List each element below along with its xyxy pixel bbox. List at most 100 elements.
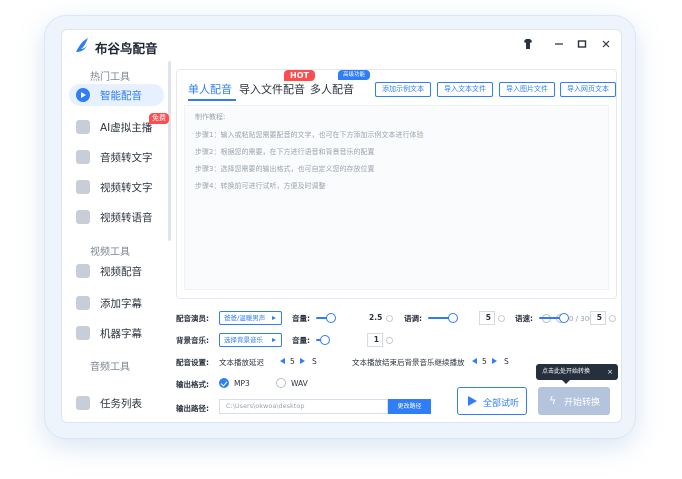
format-wav-radio[interactable] <box>276 378 286 388</box>
format-mp3-label: MP3 <box>234 379 250 388</box>
slider-knob[interactable] <box>320 335 330 345</box>
app-window: 布谷鸟配音 热门工具 智能配音 AI虚拟主播 免费 音频转文字 视频转文字 视频… <box>61 29 622 423</box>
config-label: 配音设置: <box>176 358 209 367</box>
tutorial-step: 步骤1：输入或粘贴您需要配音的文字，也可在下方添加示例文本进行体验 <box>195 131 424 139</box>
sidebar-item-add-subtitle[interactable]: 添加字幕 <box>69 292 164 314</box>
sidebar-item-ai-anchor[interactable]: AI虚拟主播 免费 <box>69 113 169 138</box>
after-unit: S <box>504 357 509 366</box>
speed-value[interactable]: 5 <box>590 311 606 325</box>
change-path-button[interactable]: 更改路径 <box>388 399 431 414</box>
section-title-hot-tools: 热门工具 <box>90 72 130 83</box>
bgm-after-text: 文本播放结束后背景音乐继续播放 <box>352 358 465 367</box>
format-mp3-radio[interactable] <box>219 378 229 388</box>
format-wav-label: WAV <box>291 379 308 388</box>
tab-single-dubbing[interactable]: 单人配音 <box>188 81 232 97</box>
sidebar-item-smart-dubbing[interactable]: 智能配音 <box>69 84 164 106</box>
close-icon[interactable] <box>599 37 613 51</box>
maximize-icon[interactable] <box>575 37 589 51</box>
script-textarea[interactable]: 制作教程: 步骤1：输入或粘贴您需要配音的文字，也可在下方添加示例文本进行体验 … <box>184 105 609 323</box>
start-convert-label: 开始转换 <box>564 398 601 408</box>
sidebar-item-video-dubbing[interactable]: 视频配音 <box>69 260 164 282</box>
convert-tooltip: 点击此处开始转换 × <box>536 364 618 384</box>
audio-text-icon <box>76 150 90 164</box>
tutorial-step: 步骤3：选择您需要的输出格式，也可自定义您的存放位置 <box>195 165 375 173</box>
import-web-text-button[interactable]: 导入网页文本 <box>560 82 616 97</box>
sidebar-item-task-list[interactable]: 任务列表 <box>69 392 164 414</box>
pitch-reset-icon[interactable] <box>498 315 505 322</box>
bgm-volume-slider[interactable] <box>316 335 366 345</box>
delay-text: 文本播放延迟 <box>219 358 264 367</box>
section-title-video-tools: 视频工具 <box>90 247 130 258</box>
delay-decrease-icon[interactable] <box>280 358 285 364</box>
sidebar-item-label: 任务列表 <box>100 398 142 410</box>
tab-import-file-dubbing[interactable]: 导入文件配音 <box>239 81 305 97</box>
preview-all-button[interactable]: 全部试听 <box>457 387 527 415</box>
app-title: 布谷鸟配音 <box>95 41 158 56</box>
title-bar: 布谷鸟配音 <box>62 30 621 61</box>
video-audio-icon <box>76 210 90 224</box>
advanced-badge: 高级功能 <box>338 70 370 80</box>
tooltip-text: 点击此处开始转换 <box>542 368 591 375</box>
free-badge: 免费 <box>149 113 169 124</box>
sidebar-item-label: 添加字幕 <box>100 298 142 310</box>
sidebar-item-robot-subtitle[interactable]: 机器字幕 <box>69 322 164 344</box>
volume-reset-icon[interactable] <box>386 315 393 322</box>
dubbing-icon <box>76 88 90 102</box>
tab-multi-dubbing[interactable]: 多人配音 <box>310 81 354 97</box>
import-image-file-button[interactable]: 导入图片文件 <box>499 82 555 97</box>
sidebar-item-label: 视频配音 <box>100 266 142 278</box>
text-panel: 单人配音 导入文件配音 HOT 多人配音 高级功能 添加示例文本 导入文本文件 … <box>176 69 617 323</box>
sidebar-item-label: 视频转语音 <box>100 212 153 224</box>
add-sample-text-button[interactable]: 添加示例文本 <box>375 82 431 97</box>
import-text-file-button[interactable]: 导入文本文件 <box>437 82 493 97</box>
sidebar-scrollbar[interactable] <box>168 61 171 241</box>
bgm-select-button[interactable]: 选择背景音乐 <box>219 333 282 347</box>
slider-knob[interactable] <box>326 313 336 323</box>
slider-knob[interactable] <box>559 313 569 323</box>
voice-actor-label: 配音演员: <box>176 314 209 323</box>
start-convert-button[interactable]: ϟ 开始转换 <box>538 387 610 415</box>
volume-slider[interactable] <box>316 313 366 323</box>
path-label: 输出路径: <box>176 404 209 413</box>
anchor-icon <box>76 120 90 134</box>
voice-actor-select-button[interactable]: 爸爸/温暖男声 <box>219 311 282 325</box>
sidebar-item-video-to-audio[interactable]: 视频转语音 <box>69 206 164 228</box>
output-path-input[interactable]: C:\Users\okwoa\desktop <box>219 399 388 414</box>
speed-reset-icon[interactable] <box>609 315 616 322</box>
delay-unit: S <box>312 357 317 366</box>
tutorial-heading: 制作教程: <box>195 113 226 121</box>
after-decrease-icon[interactable] <box>472 358 477 364</box>
sidebar-item-label: 音频转文字 <box>100 152 153 164</box>
skin-icon[interactable] <box>521 37 535 51</box>
after-value: 5 <box>482 357 487 366</box>
minimize-icon[interactable] <box>552 37 566 51</box>
slider-knob[interactable] <box>448 313 458 323</box>
sidebar-item-label: 视频转文字 <box>100 182 153 194</box>
tutorial-step: 步骤4：转换前可进行试听，方便及时调整 <box>195 182 326 190</box>
active-tab-indicator <box>188 99 236 101</box>
subtitle-icon <box>76 296 90 310</box>
video-dub-icon <box>76 264 90 278</box>
bgm-label: 背景音乐: <box>176 336 209 345</box>
sidebar-item-audio-to-text[interactable]: 音频转文字 <box>69 146 164 168</box>
video-text-icon <box>76 180 90 194</box>
pitch-label: 语调: <box>404 314 422 323</box>
speed-label: 语速: <box>515 314 533 323</box>
sidebar-item-label: AI虚拟主播 <box>100 122 153 134</box>
pitch-slider[interactable] <box>428 313 478 323</box>
volume-value: 2.5 <box>369 313 383 322</box>
task-list-icon <box>76 396 90 410</box>
hot-badge: HOT <box>284 70 315 81</box>
bgm-volume-value[interactable]: 1 <box>367 333 383 347</box>
convert-icon: ϟ <box>549 394 557 407</box>
speed-slider[interactable] <box>539 313 589 323</box>
pitch-value[interactable]: 5 <box>479 311 495 325</box>
bgm-volume-reset-icon[interactable] <box>386 337 393 344</box>
delay-increase-icon[interactable] <box>300 358 305 364</box>
sidebar-item-label: 智能配音 <box>100 90 142 102</box>
sidebar-item-label: 机器字幕 <box>100 328 142 340</box>
tooltip-close-icon[interactable]: × <box>607 364 613 380</box>
after-increase-icon[interactable] <box>492 358 497 364</box>
sidebar-item-video-to-text[interactable]: 视频转文字 <box>69 176 164 198</box>
bgm-volume-label: 音量: <box>292 336 310 345</box>
